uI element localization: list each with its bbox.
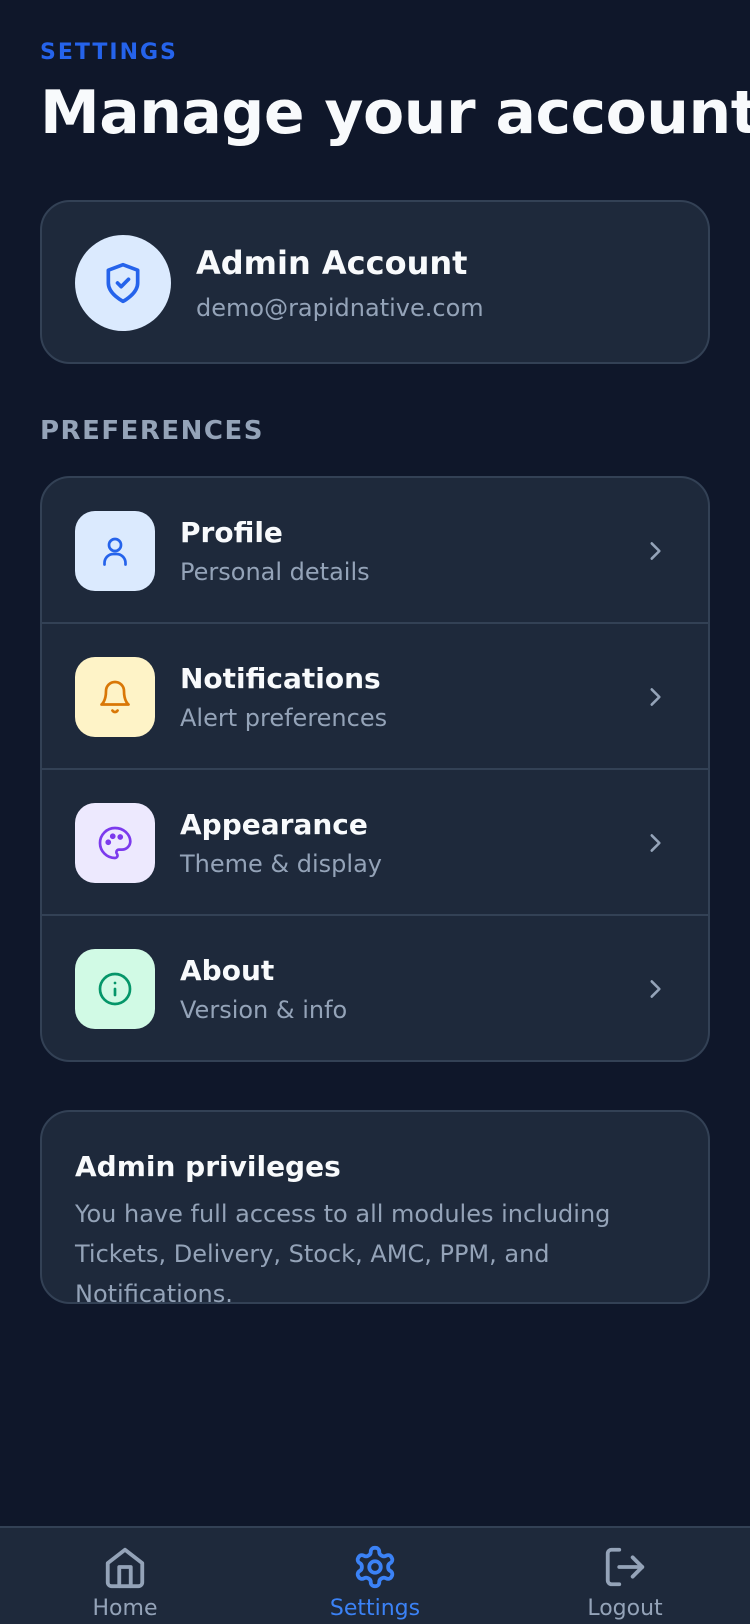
shield-check-icon — [106, 262, 140, 304]
avatar — [75, 235, 171, 331]
chevron-right-icon — [640, 828, 670, 858]
preference-title: About — [180, 954, 275, 987]
preference-title: Notifications — [180, 662, 381, 695]
chevron-right-icon — [640, 536, 670, 566]
privileges-description: You have full access to all modules incl… — [75, 1200, 611, 1308]
tab-logout[interactable]: Logout — [500, 1528, 750, 1624]
preference-item-about[interactable]: About Version & info — [42, 916, 708, 1060]
page-title: Manage your account — [40, 78, 750, 148]
preference-icon-tile — [75, 803, 155, 883]
admin-privileges-card: Admin privileges You have full access to… — [40, 1110, 710, 1308]
bell-icon — [100, 680, 130, 714]
info-icon — [98, 972, 132, 1006]
preference-icon-tile — [75, 657, 155, 737]
preference-item-appearance[interactable]: Appearance Theme & display — [42, 770, 708, 916]
account-name: Admin Account — [196, 244, 468, 282]
privileges-title: Admin privileges — [75, 1150, 341, 1183]
account-card[interactable]: Admin Account demo@rapidnative.com — [40, 200, 710, 364]
preference-title: Profile — [180, 516, 283, 549]
tab-label: Logout — [587, 1596, 663, 1621]
chevron-right-icon — [640, 974, 670, 1004]
section-eyebrow: SETTINGS — [40, 40, 178, 65]
preference-subtitle: Alert preferences — [180, 704, 388, 732]
preference-subtitle: Theme & display — [180, 850, 382, 878]
preference-title: Appearance — [180, 808, 368, 841]
preferences-label: PREFERENCES — [40, 416, 264, 446]
account-email: demo@rapidnative.com — [196, 294, 484, 322]
gear-icon — [355, 1545, 395, 1589]
tab-home[interactable]: Home — [0, 1528, 250, 1624]
preference-item-profile[interactable]: Profile Personal details — [42, 478, 708, 624]
preference-subtitle: Version & info — [180, 996, 348, 1024]
preference-icon-tile — [75, 511, 155, 591]
tab-label: Settings — [329, 1596, 421, 1621]
chevron-right-icon — [640, 682, 670, 712]
home-icon — [105, 1547, 145, 1589]
user-icon — [103, 537, 127, 566]
preference-icon-tile — [75, 949, 155, 1029]
preference-subtitle: Personal details — [180, 558, 370, 586]
palette-icon — [98, 826, 132, 860]
logout-icon — [605, 1547, 645, 1587]
tab-settings[interactable]: Settings — [250, 1528, 500, 1624]
preferences-list: Profile Personal details Notifications A… — [40, 476, 710, 1062]
tab-label: Home — [92, 1596, 158, 1621]
bottom-tab-bar: Home Settings Logout — [0, 1526, 750, 1624]
preference-item-notifications[interactable]: Notifications Alert preferences — [42, 624, 708, 770]
